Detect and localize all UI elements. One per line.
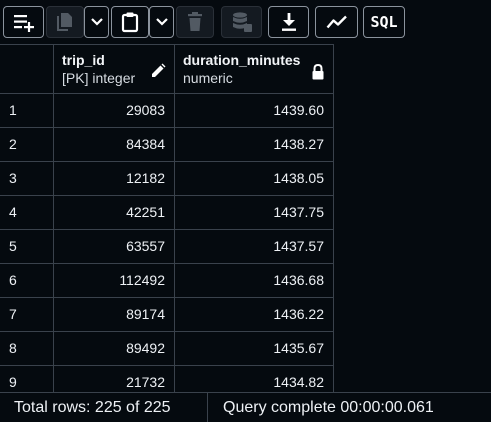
status-divider (207, 393, 208, 422)
trip-id-cell[interactable]: 63557 (54, 230, 175, 263)
query-result-panel: SQL trip_id [PK] integer duration_minute… (0, 0, 491, 422)
sql-button[interactable]: SQL (363, 6, 405, 38)
table-row[interactable]: 5 63557 1437.57 (0, 230, 334, 264)
line-chart-icon (326, 14, 348, 30)
column-name: duration_minutes (183, 52, 301, 68)
row-number-header[interactable] (0, 45, 54, 93)
trash-icon (186, 11, 204, 33)
results-grid: trip_id [PK] integer duration_minutes nu… (0, 44, 491, 392)
query-status: Query complete 00:00:00.061 (223, 399, 434, 416)
add-row-button[interactable] (3, 6, 44, 38)
table-row[interactable]: 8 89492 1435.67 (0, 332, 334, 366)
column-header-trip-id[interactable]: trip_id [PK] integer (54, 45, 175, 93)
download-button[interactable] (268, 6, 309, 38)
lock-icon (311, 63, 325, 85)
table-row[interactable]: 4 42251 1437.75 (0, 196, 334, 230)
column-type: numeric (183, 70, 233, 86)
chevron-down-icon (155, 17, 169, 27)
table-row[interactable]: 7 89174 1436.22 (0, 298, 334, 332)
row-number-cell[interactable]: 2 (0, 128, 54, 161)
add-row-icon (12, 12, 36, 32)
chevron-down-icon (90, 17, 104, 27)
save-data-button[interactable] (221, 6, 262, 38)
duration-minutes-cell[interactable]: 1439.60 (175, 94, 334, 127)
trip-id-cell[interactable]: 84384 (54, 128, 175, 161)
grid-header-row: trip_id [PK] integer duration_minutes nu… (0, 44, 334, 94)
duration-minutes-cell[interactable]: 1434.82 (175, 366, 334, 392)
row-number-cell[interactable]: 4 (0, 196, 54, 229)
duration-minutes-cell[interactable]: 1437.57 (175, 230, 334, 263)
row-number-cell[interactable]: 7 (0, 298, 54, 331)
duration-minutes-cell[interactable]: 1437.75 (175, 196, 334, 229)
table-row[interactable]: 6 112492 1436.68 (0, 264, 334, 298)
table-row[interactable]: 3 12182 1438.05 (0, 162, 334, 196)
paste-options-button[interactable] (149, 6, 174, 38)
trip-id-cell[interactable]: 89492 (54, 332, 175, 365)
download-icon (280, 12, 298, 32)
duration-minutes-cell[interactable]: 1438.27 (175, 128, 334, 161)
sql-icon: SQL (370, 13, 398, 31)
status-bar: Total rows: 225 of 225 Query complete 00… (0, 392, 491, 422)
row-number-cell[interactable]: 8 (0, 332, 54, 365)
table-row[interactable]: 9 21732 1434.82 (0, 366, 334, 392)
data-output-toolbar: SQL (0, 0, 491, 44)
trip-id-cell[interactable]: 21732 (54, 366, 175, 392)
copy-button[interactable] (46, 6, 84, 38)
pencil-icon (150, 63, 166, 84)
trip-id-cell[interactable]: 12182 (54, 162, 175, 195)
trip-id-cell[interactable]: 29083 (54, 94, 175, 127)
duration-minutes-cell[interactable]: 1436.68 (175, 264, 334, 297)
row-number-cell[interactable]: 5 (0, 230, 54, 263)
column-header-duration-minutes[interactable]: duration_minutes numeric (175, 45, 334, 93)
table-row[interactable]: 2 84384 1438.27 (0, 128, 334, 162)
database-save-icon (231, 11, 253, 33)
row-number-cell[interactable]: 3 (0, 162, 54, 195)
copy-options-button[interactable] (84, 6, 109, 38)
row-number-cell[interactable]: 9 (0, 366, 54, 392)
trip-id-cell[interactable]: 112492 (54, 264, 175, 297)
trip-id-cell[interactable]: 42251 (54, 196, 175, 229)
graph-visualiser-button[interactable] (315, 6, 358, 38)
row-number-cell[interactable]: 6 (0, 264, 54, 297)
duration-minutes-cell[interactable]: 1435.67 (175, 332, 334, 365)
table-row[interactable]: 1 29083 1439.60 (0, 94, 334, 128)
paste-button[interactable] (111, 6, 149, 38)
total-rows-status: Total rows: 225 of 225 (14, 399, 171, 416)
delete-button[interactable] (176, 6, 214, 38)
paste-icon (120, 11, 140, 33)
duration-minutes-cell[interactable]: 1436.22 (175, 298, 334, 331)
trip-id-cell[interactable]: 89174 (54, 298, 175, 331)
copy-icon (55, 11, 75, 33)
duration-minutes-cell[interactable]: 1438.05 (175, 162, 334, 195)
row-number-cell[interactable]: 1 (0, 94, 54, 127)
